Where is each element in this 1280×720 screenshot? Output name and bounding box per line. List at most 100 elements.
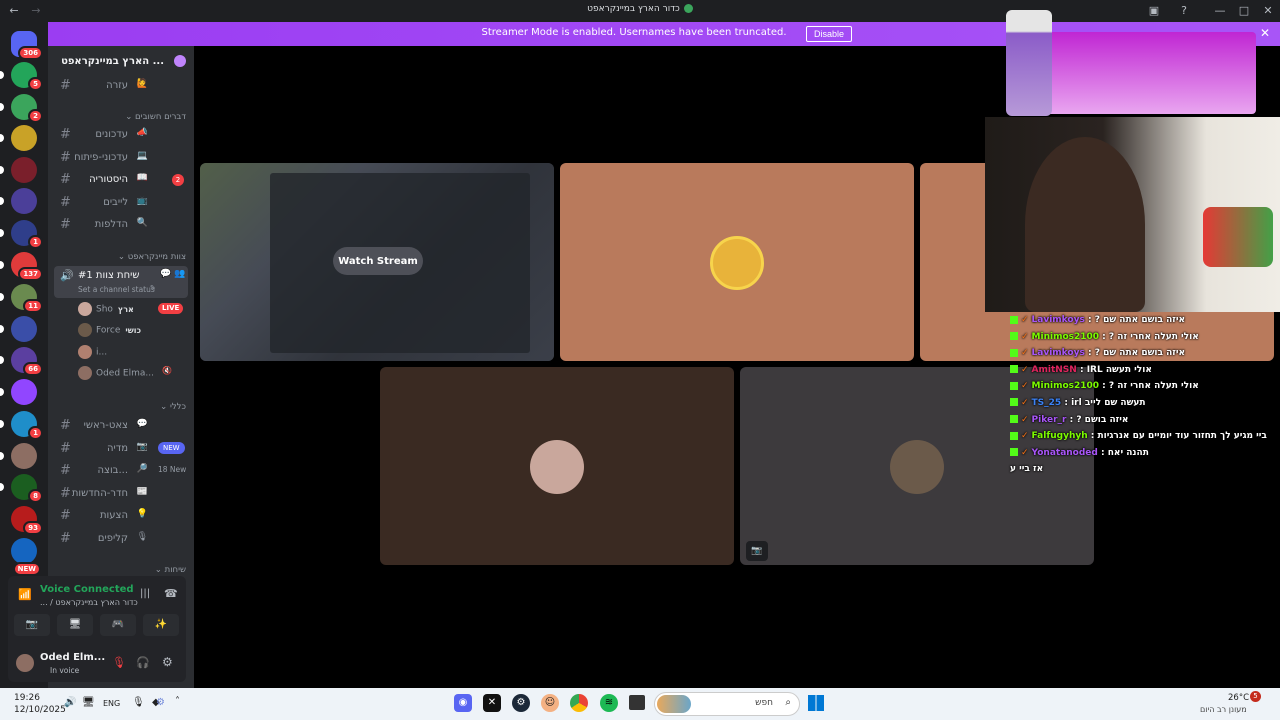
channel-item[interactable]: # 📰 חדר-החדשות	[54, 484, 188, 504]
volume-icon[interactable]: 🔊	[64, 697, 76, 708]
category-voice[interactable]: צוות מיינקראפט ⌄	[56, 252, 186, 262]
share-screen-button[interactable]: 🖥	[57, 614, 93, 636]
channel-item[interactable]: # 💡 הצעות	[54, 506, 188, 526]
server-icon-2[interactable]: 5	[0, 62, 43, 91]
server-icon-1[interactable]: 306	[11, 31, 43, 60]
language-indicator[interactable]: ENG	[103, 699, 120, 708]
avatar[interactable]	[16, 654, 34, 672]
user-name[interactable]: Oded Elm...	[40, 652, 105, 663]
participant-tile[interactable]	[560, 163, 914, 361]
channel-item[interactable]: # 🔍 הדלפות	[54, 215, 188, 235]
server-icon-6[interactable]	[0, 188, 37, 214]
camera-off-button[interactable]: 📷	[14, 614, 50, 636]
channel-item[interactable]: # 💻 עדכוני-פיתוח	[54, 148, 188, 168]
participant-tile[interactable]	[380, 367, 734, 565]
channel-item[interactable]: # 📺 לייבים	[54, 193, 188, 213]
chat-bubble-icon[interactable]: 💬	[160, 269, 171, 279]
server-icon-16[interactable]: 93	[11, 506, 43, 535]
add-user-icon[interactable]: 👥	[174, 269, 185, 279]
inbox-icon[interactable]: ▣	[1146, 3, 1162, 19]
server-icon-8[interactable]: 137	[0, 252, 43, 281]
hash-icon: #	[60, 127, 71, 142]
user-tag: כושי	[125, 325, 142, 335]
watch-stream-button[interactable]: Watch Stream	[333, 247, 423, 275]
channel-status[interactable]: Set a channel status	[78, 285, 155, 294]
chat-user: Minimos2100	[1031, 381, 1100, 392]
chat-user: TS_25	[1031, 397, 1062, 408]
voice-user[interactable]: Oded Elma... 🔇	[78, 365, 172, 380]
badge-icon: ✓	[1021, 447, 1029, 458]
close-window-icon[interactable]: ✕	[1260, 3, 1276, 19]
stream-tile[interactable]: Watch Stream	[200, 163, 554, 361]
server-icon-10[interactable]	[0, 316, 37, 342]
channel-help[interactable]: # 🙋 עזרה	[54, 76, 188, 96]
server-name: ... הארץ במיינקראפט	[61, 56, 164, 67]
close-banner-icon[interactable]: ✕	[1260, 26, 1270, 40]
channel-item[interactable]: # 📖 היסטוריה 2	[54, 170, 188, 190]
voice-channel-name: שיחת צוות #1	[78, 270, 140, 281]
server-icon-9[interactable]: 11	[0, 284, 43, 313]
voice-user-name: i...	[96, 347, 108, 358]
server-icon-7[interactable]: 1	[0, 220, 43, 249]
gear-icon[interactable]: ⚙	[162, 655, 173, 669]
steam-taskbar-icon[interactable]: ⚙	[512, 694, 530, 712]
category-important[interactable]: דברים חשובים ⌄	[56, 112, 186, 122]
chrome-taskbar-icon[interactable]	[570, 694, 588, 712]
disable-button[interactable]: Disable	[806, 26, 853, 42]
clock-time[interactable]: 19:26	[14, 693, 40, 703]
category-calls[interactable]: שיחות ⌄	[56, 565, 186, 575]
channel-item[interactable]: # 🎙 קליפים	[54, 529, 188, 549]
chevron-up-icon[interactable]: ˄	[175, 696, 180, 707]
app-taskbar-icon[interactable]: ☺	[541, 694, 559, 712]
channel-emoji: 📖	[136, 173, 148, 184]
clock-date[interactable]: 12/10/2025	[14, 705, 66, 715]
category-general[interactable]: כללי ⌄	[56, 402, 186, 412]
unread-indicator	[0, 388, 4, 396]
channel-item[interactable]: # 💬 צאט-ראשי	[54, 416, 188, 436]
server-icon-12[interactable]	[0, 379, 37, 405]
minimize-icon[interactable]: —	[1212, 3, 1228, 19]
hash-icon: #	[60, 440, 71, 456]
noise-suppression-icon[interactable]: |||	[140, 588, 150, 599]
voice-user[interactable]: i...	[78, 344, 108, 359]
perfume-bottle-image	[1006, 10, 1052, 116]
webcam-overlay	[985, 117, 1280, 312]
voice-user[interactable]: Sho ארץ LIVE	[78, 302, 184, 316]
pencil-icon[interactable]: ✎	[150, 284, 156, 292]
channel-item[interactable]: # 📣 עדכונים	[54, 125, 188, 145]
microphone-icon[interactable]: 🎙	[132, 697, 145, 708]
chat-text: אולי תעלה אחרי זה ?	[1108, 331, 1199, 342]
server-icon-14[interactable]	[0, 443, 37, 469]
tray-app-icon[interactable]: ⚙	[156, 697, 165, 708]
channel-item[interactable]: # 🔎 ...בוצה 18 New	[54, 461, 188, 481]
server-icon-13[interactable]: 1	[0, 411, 43, 440]
mute-icon[interactable]: 🎙	[112, 656, 126, 669]
channel-item[interactable]: # 📷 מדיה NEW	[54, 439, 188, 459]
file-explorer-icon[interactable]	[629, 695, 645, 710]
voice-channel-path[interactable]: כדור הארץ במיינקראפט / ...	[40, 598, 138, 607]
server-icon-11[interactable]: 66	[0, 347, 43, 376]
taskbar-search-box[interactable]: חפש ⌕	[654, 692, 800, 716]
help-icon[interactable]: ?	[1176, 3, 1192, 19]
server-icon-17[interactable]: NEW	[11, 538, 41, 576]
disconnect-icon[interactable]: ☎	[164, 587, 178, 600]
notification-badge[interactable]: 5	[1250, 691, 1261, 702]
spotify-taskbar-icon[interactable]: ≋	[600, 694, 618, 712]
badge-icon: ✓	[1021, 414, 1029, 425]
weather-temp[interactable]: 26°C	[1228, 693, 1249, 703]
activity-button[interactable]: 🎮	[100, 614, 136, 636]
maximize-icon[interactable]: □	[1236, 3, 1252, 19]
network-icon[interactable]: 🖥	[82, 697, 95, 708]
server-header[interactable]: ... הארץ במיינקראפט ⌄	[48, 46, 194, 78]
soundboard-button[interactable]: ✨	[143, 614, 179, 636]
capcut-taskbar-icon[interactable]: ✕	[483, 694, 501, 712]
server-icon-3[interactable]: 2	[0, 94, 43, 123]
discord-taskbar-icon[interactable]: ◉	[454, 694, 472, 712]
windows-start-icon[interactable]	[808, 695, 824, 711]
voice-channel-team[interactable]: 🔊 שיחת צוות #1 💬 👥 Set a channel status …	[54, 266, 188, 298]
server-icon-15[interactable]: 8	[0, 474, 43, 503]
voice-user[interactable]: Force כושי	[78, 323, 142, 338]
server-icon-5[interactable]	[0, 157, 37, 183]
deafen-icon[interactable]: 🎧	[136, 656, 150, 669]
server-icon-4[interactable]	[0, 125, 37, 151]
